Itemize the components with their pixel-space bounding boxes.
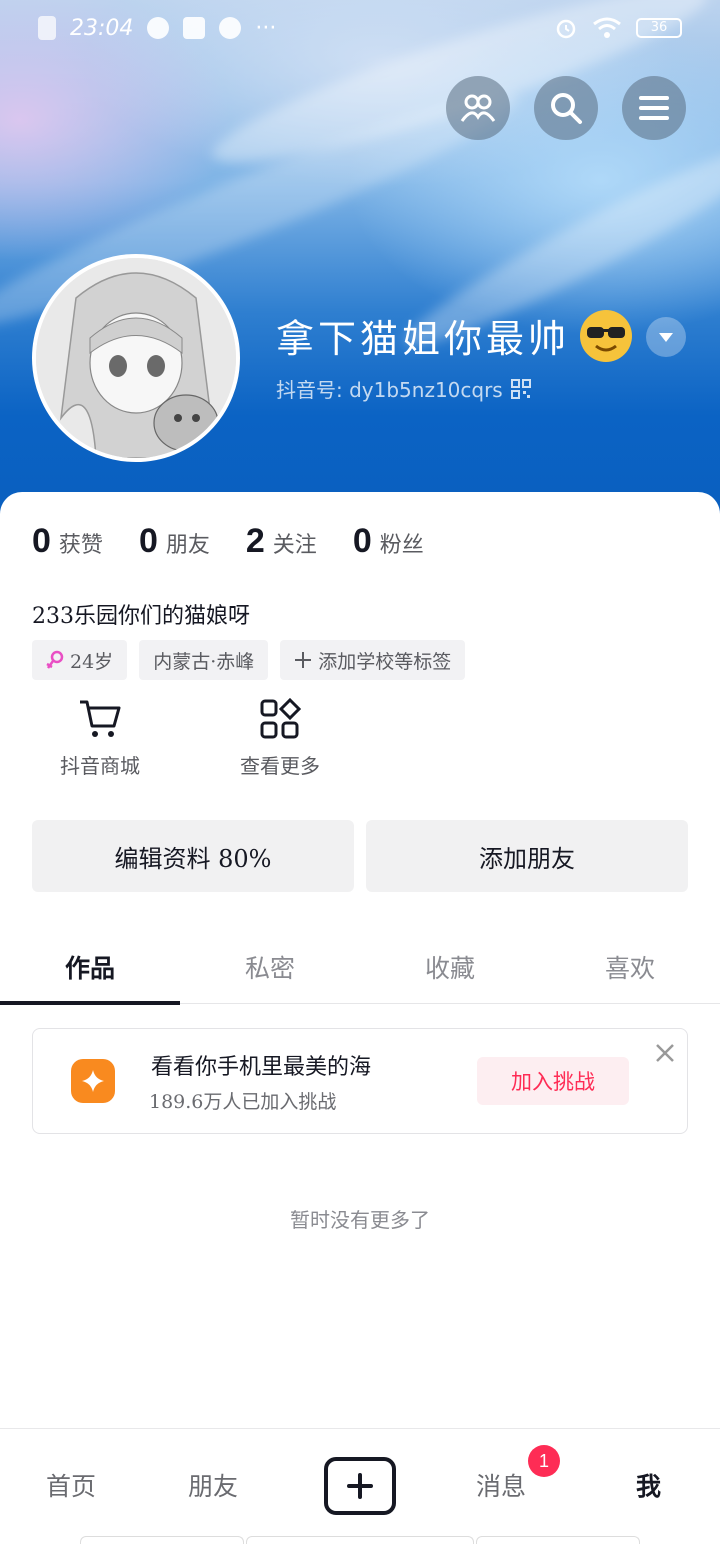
tab-private[interactable]: 私密: [180, 930, 360, 1004]
cat-app-icon: [147, 17, 170, 39]
challenge-subtitle: 189.6万人已加入挑战: [149, 1091, 337, 1113]
profile-actions: 编辑资料 80% 添加朋友: [32, 820, 688, 892]
nav-me[interactable]: 我: [636, 1467, 661, 1503]
female-icon: [46, 650, 64, 669]
add-friend-button[interactable]: 添加朋友: [366, 820, 688, 892]
stat-friends-label: 朋友: [165, 533, 210, 558]
profile-tags: 24岁 内蒙古·赤峰 添加学校等标签: [32, 640, 466, 680]
home-indicator: [80, 1536, 244, 1544]
location-text: 内蒙古·赤峰: [153, 650, 255, 673]
search-icon: [551, 93, 582, 124]
fan-app-icon: [219, 17, 242, 39]
more-label: 查看更多: [240, 754, 320, 778]
home-indicator: [246, 1536, 474, 1544]
menu-button[interactable]: [622, 76, 686, 140]
content-tabs: 作品 私密 收藏 喜欢: [0, 930, 720, 1005]
card-app-icon: [183, 17, 206, 39]
add-school-text: 添加学校等标签: [318, 650, 452, 673]
bottom-nav: 首页 朋友 消息 1 我: [0, 1428, 720, 1544]
profile-header: 23:04 ··· 36 拿下猫姐你最帅 抖音号: dy1b5nz10cqrs: [0, 0, 720, 520]
gender-age-tag: 24岁: [32, 640, 128, 680]
tab-likes[interactable]: 喜欢: [540, 930, 720, 1004]
mall-tool[interactable]: 抖音商城: [32, 698, 168, 779]
location-tag: 内蒙古·赤峰: [139, 640, 269, 680]
nav-home[interactable]: 首页: [46, 1467, 96, 1503]
douyin-id[interactable]: 抖音号: dy1b5nz10cqrs: [276, 374, 531, 403]
stat-following-count: 2: [245, 522, 265, 560]
age-text: 24岁: [70, 650, 114, 673]
stat-following-label: 关注: [272, 533, 317, 558]
wifi-icon: [593, 17, 621, 38]
challenge-banner[interactable]: 看看你手机里最美的海 189.6万人已加入挑战 加入挑战: [32, 1028, 688, 1134]
profile-card: 0 获赞 0 朋友 2 关注 0 粉丝 233乐园你们的猫娘呀 24岁 内蒙古·…: [0, 492, 720, 1544]
challenge-title: 看看你手机里最美的海: [151, 1055, 372, 1080]
bio: 233乐园你们的猫娘呀: [32, 604, 250, 629]
home-indicator: [476, 1536, 640, 1544]
create-button[interactable]: [324, 1457, 396, 1515]
tab-works[interactable]: 作品: [0, 930, 180, 1005]
challenge-icon: [71, 1059, 115, 1103]
battery-icon: 36: [636, 18, 682, 38]
close-icon[interactable]: [653, 1041, 677, 1065]
sparkle-icon: [82, 1070, 104, 1092]
grid-icon: [260, 698, 301, 739]
more-notifications-icon: ···: [255, 15, 277, 41]
message-badge: 1: [528, 1445, 560, 1477]
qr-code-icon: [510, 378, 531, 399]
nickname-text: 拿下猫姐你最帅: [276, 317, 571, 361]
sunglasses-emoji-icon: [580, 309, 633, 362]
stat-friends[interactable]: 0 朋友: [139, 522, 210, 561]
avatar-illustration: [36, 258, 236, 458]
status-time: 23:04: [70, 15, 134, 41]
cart-icon: [80, 700, 121, 737]
nickname: 拿下猫姐你最帅: [276, 308, 633, 363]
join-challenge-button[interactable]: 加入挑战: [477, 1057, 629, 1105]
douyin-id-text: 抖音号: dy1b5nz10cqrs: [276, 378, 503, 402]
sim-icon: [38, 16, 56, 40]
stat-following[interactable]: 2 关注: [246, 522, 317, 561]
status-bar: 23:04 ··· 36: [38, 12, 682, 44]
friends-button[interactable]: [446, 76, 510, 140]
search-button[interactable]: [534, 76, 598, 140]
plus-icon: [347, 1473, 373, 1499]
stat-friends-count: 0: [138, 522, 158, 560]
caret-down-icon: [659, 333, 673, 342]
stat-fans-count: 0: [352, 522, 372, 560]
avatar[interactable]: [32, 254, 240, 462]
nav-messages[interactable]: 消息: [476, 1467, 526, 1503]
more-tool[interactable]: 查看更多: [212, 698, 348, 779]
mall-label: 抖音商城: [60, 754, 140, 778]
edit-profile-button[interactable]: 编辑资料 80%: [32, 820, 354, 892]
alarm-icon: [556, 19, 576, 39]
people-icon: [460, 94, 496, 122]
stats-row: 0 获赞 0 朋友 2 关注 0 粉丝: [32, 522, 424, 561]
add-school-tag[interactable]: 添加学校等标签: [280, 640, 466, 680]
plus-icon: [295, 652, 312, 668]
stat-likes[interactable]: 0 获赞: [32, 522, 103, 561]
nav-friends[interactable]: 朋友: [188, 1467, 238, 1503]
stat-fans[interactable]: 0 粉丝: [353, 522, 424, 561]
hamburger-icon: [639, 96, 669, 120]
stat-likes-count: 0: [32, 522, 51, 560]
stat-fans-label: 粉丝: [379, 533, 424, 558]
account-switch-button[interactable]: [646, 317, 686, 357]
stat-likes-label: 获赞: [58, 533, 103, 558]
empty-state-text: 暂时没有更多了: [290, 1208, 430, 1232]
tab-favorites[interactable]: 收藏: [360, 930, 540, 1004]
tools-row: 抖音商城 查看更多: [32, 698, 392, 779]
